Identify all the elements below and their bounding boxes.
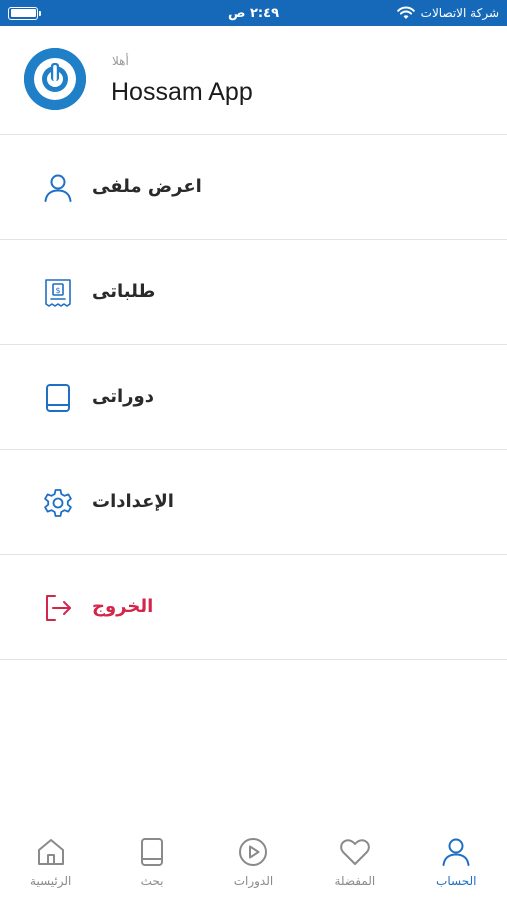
menu-item-label: الخروج xyxy=(92,596,154,617)
svg-text:$: $ xyxy=(55,286,60,295)
menu-item-label: اعرض ملفى xyxy=(92,176,202,197)
app-logo-icon xyxy=(24,48,86,110)
profile-name: Hossam App xyxy=(111,78,253,106)
battery-icon xyxy=(8,6,41,20)
menu-item-label: الإعدادات xyxy=(92,491,174,512)
wifi-icon xyxy=(396,6,415,19)
play-circle-icon xyxy=(239,838,268,866)
status-right: شركة الاتصالات xyxy=(396,6,499,20)
book-icon xyxy=(141,838,164,866)
tab-courses[interactable]: الدورات xyxy=(203,822,303,900)
gear-icon xyxy=(44,489,72,517)
user-icon xyxy=(442,838,470,866)
menu-item-settings[interactable]: الإعدادات xyxy=(0,450,507,555)
logout-icon xyxy=(46,595,71,621)
book-icon xyxy=(46,384,70,412)
tab-label: المفضلة xyxy=(334,874,376,888)
menu-item-label: طلباتى xyxy=(92,281,156,302)
menu-item-logout[interactable]: الخروج xyxy=(0,555,507,660)
tab-home[interactable]: الرئيسية xyxy=(1,822,101,900)
profile-header: أهلا Hossam App xyxy=(0,26,507,135)
tab-label: الحساب xyxy=(436,874,477,888)
tab-search[interactable]: بحث xyxy=(102,822,202,900)
tab-label: الدورات xyxy=(233,874,274,888)
menu-item-view-profile[interactable]: اعرض ملفى xyxy=(0,135,507,240)
home-icon xyxy=(37,839,64,865)
bottom-tab-bar: الحساب المفضلة الدورات بحث الرئيسية xyxy=(0,822,507,900)
status-bar: ٢:٤٩ ص شركة الاتصالات xyxy=(0,0,507,26)
tab-label: الرئيسية xyxy=(30,874,72,888)
menu-item-label: دوراتى xyxy=(92,386,154,407)
carrier-name: شركة الاتصالات xyxy=(420,6,499,20)
user-icon xyxy=(44,174,72,202)
tab-label: بحث xyxy=(140,874,164,888)
greeting-text: أهلا xyxy=(112,54,129,68)
menu-item-orders[interactable]: $ طلباتى xyxy=(0,240,507,345)
receipt-icon: $ xyxy=(45,279,71,307)
heart-icon xyxy=(340,839,370,865)
tab-account[interactable]: الحساب xyxy=(406,822,506,900)
menu-item-my-courses[interactable]: دوراتى xyxy=(0,345,507,450)
tab-favorites[interactable]: المفضلة xyxy=(305,822,405,900)
